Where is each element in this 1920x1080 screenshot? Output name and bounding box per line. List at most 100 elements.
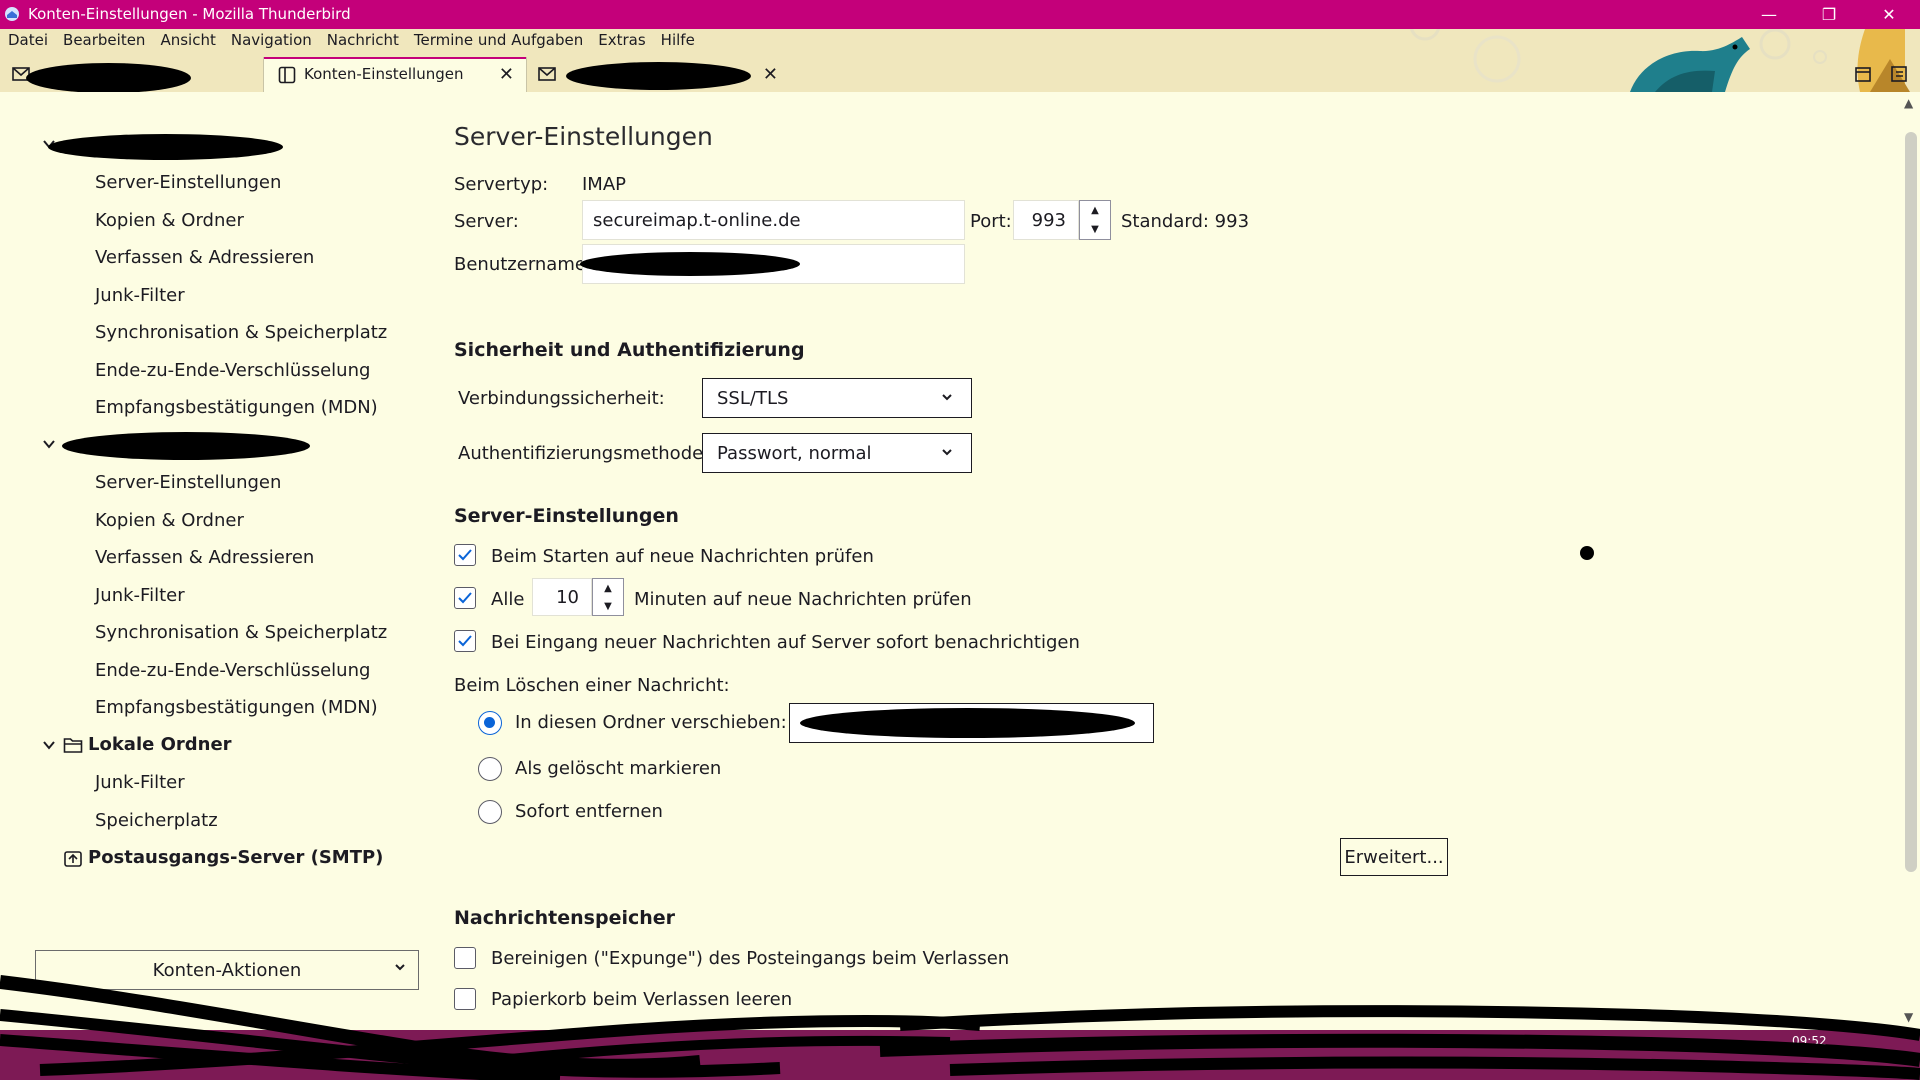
restore-icon[interactable]: ❐: [1806, 0, 1852, 29]
chevron-down-icon[interactable]: ▼: [593, 597, 623, 615]
menu-bar: Datei Bearbeiten Ansicht Navigation Nach…: [0, 29, 702, 53]
auth-method-label: Authentifizierungsmethode:: [458, 443, 710, 464]
mark-deleted-radio[interactable]: [478, 757, 502, 781]
notify-checkbox[interactable]: [454, 630, 476, 652]
mark-deleted-label[interactable]: Als gelöscht markieren: [515, 758, 721, 779]
connection-security-select[interactable]: SSL/TLS: [702, 378, 972, 418]
sidebar-item-junk[interactable]: Junk-Filter: [95, 772, 185, 793]
sidebar-item-sync[interactable]: Synchronisation & Speicherplatz: [95, 322, 387, 343]
menu-extras[interactable]: Extras: [590, 29, 652, 53]
sidebar-item-storage[interactable]: Speicherplatz: [95, 810, 218, 831]
server-type-value: IMAP: [582, 174, 627, 195]
checkmark-icon: [458, 635, 472, 647]
tab-strip: Konten-Einstellungen ✕ ✕: [0, 57, 1920, 92]
scrollbar-thumb[interactable]: [1905, 132, 1917, 872]
check-on-start-checkbox[interactable]: [454, 544, 476, 566]
chevron-down-icon[interactable]: [42, 738, 56, 752]
redaction: [800, 708, 1135, 738]
redaction: [26, 63, 191, 92]
remove-immediately-label[interactable]: Sofort entfernen: [515, 801, 663, 822]
content-area: Server-Einstellungen Kopien & Ordner Ver…: [0, 92, 1920, 1030]
server-input[interactable]: secureimap.t-online.de: [582, 200, 965, 240]
check-every-checkbox[interactable]: [454, 587, 476, 609]
sidebar-item-sync[interactable]: Synchronisation & Speicherplatz: [95, 622, 387, 643]
menu-hilfe[interactable]: Hilfe: [653, 29, 702, 53]
settings-pane: Server-Einstellungen Servertyp: IMAP Ser…: [430, 92, 1900, 1030]
close-icon[interactable]: ✕: [763, 64, 778, 85]
auth-method-select[interactable]: Passwort, normal: [702, 433, 972, 473]
toolbar-band: Datei Bearbeiten Ansicht Navigation Nach…: [0, 29, 1920, 92]
auth-method-value: Passwort, normal: [717, 443, 872, 464]
menu-nachricht[interactable]: Nachricht: [319, 29, 406, 53]
sidebar-item-junk[interactable]: Junk-Filter: [95, 285, 185, 306]
chevron-down-icon: [942, 449, 952, 456]
port-input[interactable]: 993: [1013, 200, 1079, 240]
connection-security-label: Verbindungssicherheit:: [458, 388, 665, 409]
scroll-up-icon[interactable]: ▲: [1904, 96, 1913, 110]
check-on-start-label[interactable]: Beim Starten auf neue Nachrichten prüfen: [491, 546, 874, 567]
account-settings-icon: [278, 66, 296, 84]
menu-ansicht[interactable]: Ansicht: [152, 29, 222, 53]
thunderbird-icon: [5, 7, 19, 21]
redaction: [580, 252, 800, 276]
sidebar-item-e2e[interactable]: Ende-zu-Ende-Verschlüsselung: [95, 660, 370, 681]
sidebar-item-junk[interactable]: Junk-Filter: [95, 585, 185, 606]
sidebar-item-copies-folders[interactable]: Kopien & Ordner: [95, 210, 244, 231]
check-interval-stepper[interactable]: ▲ ▼: [592, 578, 624, 616]
menu-navigation[interactable]: Navigation: [223, 29, 319, 53]
sidebar-item-server-settings[interactable]: Server-Einstellungen: [95, 172, 281, 193]
on-delete-label: Beim Löschen einer Nachricht:: [454, 675, 730, 696]
menu-termine[interactable]: Termine und Aufgaben: [406, 29, 590, 53]
sidebar-item-e2e[interactable]: Ende-zu-Ende-Verschlüsselung: [95, 360, 370, 381]
mouse-cursor: [1580, 546, 1594, 560]
check-every-suffix: Minuten auf neue Nachrichten prüfen: [634, 589, 972, 610]
page-title: Server-Einstellungen: [454, 122, 713, 151]
chevron-down-icon[interactable]: [42, 437, 56, 451]
port-label: Port:: [970, 211, 1012, 232]
window-title: Konten-Einstellungen - Mozilla Thunderbi…: [28, 5, 351, 23]
sidebar-item-composition[interactable]: Verfassen & Adressieren: [95, 247, 314, 268]
sidebar-smtp[interactable]: Postausgangs-Server (SMTP): [88, 847, 383, 868]
advanced-button[interactable]: Erweitert...: [1340, 838, 1448, 876]
server-label: Server:: [454, 211, 519, 232]
tab-account-settings[interactable]: Konten-Einstellungen ✕: [263, 57, 527, 92]
checkmark-icon: [458, 549, 472, 561]
remove-immediately-radio[interactable]: [478, 800, 502, 824]
title-bar: Konten-Einstellungen - Mozilla Thunderbi…: [0, 0, 1920, 29]
menu-datei[interactable]: Datei: [0, 29, 55, 53]
server-settings-heading: Server-Einstellungen: [454, 505, 679, 527]
close-icon[interactable]: ✕: [1866, 0, 1912, 29]
check-interval-input[interactable]: 10: [532, 578, 592, 616]
checkmark-icon: [458, 592, 472, 604]
security-heading: Sicherheit und Authentifizierung: [454, 339, 805, 361]
tasks-icon[interactable]: [1890, 65, 1908, 83]
mail-icon: [538, 67, 556, 81]
sidebar-local-folders[interactable]: Lokale Ordner: [88, 734, 232, 755]
expunge-label[interactable]: Bereinigen ("Expunge") des Posteingangs …: [491, 948, 1009, 969]
chevron-down-icon[interactable]: ▼: [1080, 220, 1110, 239]
sidebar-item-copies-folders[interactable]: Kopien & Ordner: [95, 510, 244, 531]
chevron-up-icon[interactable]: ▲: [1080, 201, 1110, 220]
sidebar-item-mdn[interactable]: Empfangsbestätigungen (MDN): [95, 697, 378, 718]
tab-mail-2[interactable]: ✕: [526, 57, 790, 92]
move-to-folder-radio[interactable]: [478, 711, 502, 735]
move-to-folder-label[interactable]: In diesen Ordner verschieben:: [515, 712, 787, 733]
scrollbar[interactable]: ▲ ▼: [1900, 92, 1920, 1030]
minimize-icon[interactable]: —: [1746, 0, 1792, 29]
tab-label: Konten-Einstellungen: [304, 65, 464, 83]
chevron-down-icon: [942, 394, 952, 401]
menu-bearbeiten[interactable]: Bearbeiten: [55, 29, 152, 53]
sidebar-item-mdn[interactable]: Empfangsbestätigungen (MDN): [95, 397, 378, 418]
notify-label[interactable]: Bei Eingang neuer Nachrichten auf Server…: [491, 632, 1080, 653]
expunge-checkbox[interactable]: [454, 947, 476, 969]
tab-mail-1[interactable]: [0, 57, 262, 92]
close-icon[interactable]: ✕: [499, 64, 514, 85]
redaction: [62, 432, 310, 460]
sidebar-item-composition[interactable]: Verfassen & Adressieren: [95, 547, 314, 568]
port-stepper[interactable]: ▲ ▼: [1079, 200, 1111, 240]
account-tree: Server-Einstellungen Kopien & Ordner Ver…: [0, 92, 430, 1030]
check-every-label[interactable]: Alle: [491, 589, 524, 610]
chevron-up-icon[interactable]: ▲: [593, 579, 623, 597]
sidebar-item-server-settings[interactable]: Server-Einstellungen: [95, 472, 281, 493]
calendar-icon[interactable]: [1854, 65, 1872, 83]
